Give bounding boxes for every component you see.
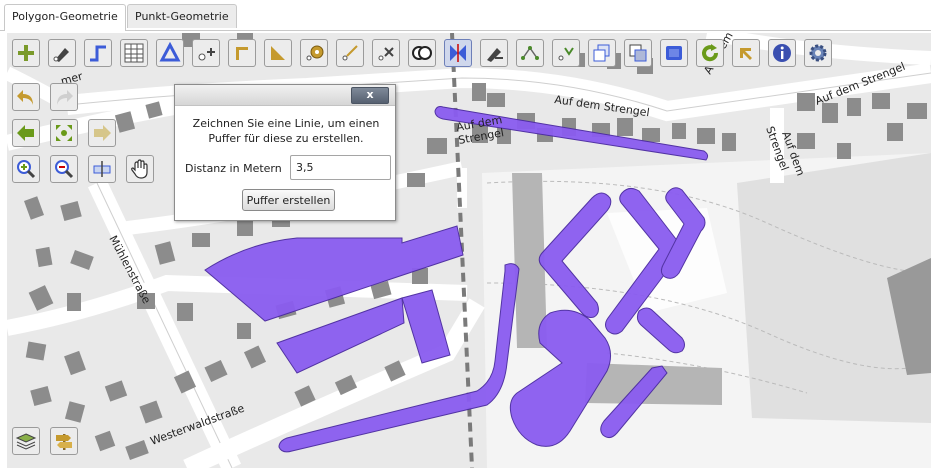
measure-button[interactable] bbox=[88, 155, 116, 183]
previous-extent-button[interactable] bbox=[12, 119, 40, 147]
undo-button[interactable] bbox=[12, 83, 40, 111]
layers-icon bbox=[15, 433, 37, 450]
table-icon bbox=[124, 43, 144, 63]
buffer-point-button[interactable] bbox=[300, 39, 328, 67]
zoom-in-icon bbox=[17, 160, 36, 179]
parallel-icon bbox=[342, 45, 358, 61]
add-point-button[interactable] bbox=[12, 39, 40, 67]
cut-icon bbox=[378, 47, 394, 61]
draw-line-button[interactable] bbox=[84, 39, 112, 67]
delete-part-button[interactable] bbox=[480, 39, 508, 67]
select-rectangle-button[interactable] bbox=[660, 39, 688, 67]
zoom-out-button[interactable] bbox=[50, 155, 78, 183]
signpost-button[interactable] bbox=[50, 427, 78, 455]
tab-bar: Polygon-Geometrie Punkt-Geometrie bbox=[0, 0, 931, 31]
tab-punkt-geometrie[interactable]: Punkt-Geometrie bbox=[127, 4, 237, 28]
refresh-icon bbox=[702, 44, 719, 62]
draw-polygon-button[interactable] bbox=[156, 39, 184, 67]
arrow-left-icon bbox=[17, 125, 34, 141]
merge-icon bbox=[558, 47, 574, 61]
add-point-icon bbox=[18, 45, 34, 61]
next-extent-button[interactable] bbox=[88, 119, 116, 147]
parallel-line-button[interactable] bbox=[336, 39, 364, 67]
zoom-in-button[interactable] bbox=[12, 155, 40, 183]
vertices-icon bbox=[521, 46, 539, 60]
copy-geometry-button[interactable] bbox=[588, 39, 616, 67]
measure-icon bbox=[93, 161, 111, 177]
dialog-message: Zeichnen Sie eine Linie, um einen Puffer… bbox=[192, 117, 380, 145]
attribute-table-button[interactable] bbox=[120, 39, 148, 67]
full-extent-button[interactable] bbox=[50, 119, 78, 147]
line-icon bbox=[90, 45, 106, 62]
tab-polygon-geometrie[interactable]: Polygon-Geometrie bbox=[4, 4, 126, 31]
draw-freehand-button[interactable] bbox=[48, 39, 76, 67]
map-base: Auf dem Strengel Auf dem Strengel Auf de… bbox=[7, 33, 931, 468]
settings-button[interactable] bbox=[804, 39, 832, 67]
hand-icon bbox=[131, 159, 148, 179]
union-button[interactable] bbox=[408, 39, 436, 67]
split-icon bbox=[450, 44, 466, 62]
merge-vertices-button[interactable] bbox=[552, 39, 580, 67]
right-angle-icon bbox=[236, 47, 248, 60]
zoom-out-icon bbox=[55, 160, 74, 179]
right-angle-button[interactable] bbox=[228, 39, 256, 67]
rectangle-icon bbox=[666, 46, 682, 60]
info-button[interactable] bbox=[768, 39, 796, 67]
redo-icon bbox=[57, 90, 73, 105]
pen-icon bbox=[53, 48, 69, 62]
pan-button[interactable] bbox=[126, 155, 154, 183]
distance-label: Distanz in Metern bbox=[185, 162, 282, 175]
polygon-icon bbox=[159, 42, 181, 62]
move-vertex-icon bbox=[198, 48, 215, 61]
undo-icon bbox=[17, 90, 33, 105]
redo-button[interactable] bbox=[50, 83, 78, 111]
triangle-ruler-icon bbox=[271, 46, 285, 60]
edit-vertices-button[interactable] bbox=[516, 39, 544, 67]
distance-input[interactable] bbox=[290, 155, 391, 180]
angle-tool-button[interactable] bbox=[264, 39, 292, 67]
delete-part-icon bbox=[487, 48, 503, 62]
full-extent-icon bbox=[56, 125, 72, 141]
back-arrow-button[interactable] bbox=[732, 39, 760, 67]
buffer-icon bbox=[306, 45, 324, 61]
back-arrow-icon bbox=[740, 48, 752, 60]
union-icon bbox=[412, 46, 432, 60]
refresh-button[interactable] bbox=[696, 39, 724, 67]
overlay-button[interactable] bbox=[624, 39, 652, 67]
dialog-title-bar[interactable]: x bbox=[175, 85, 395, 106]
overlay-icon bbox=[629, 44, 647, 62]
arrow-right-icon bbox=[94, 125, 111, 141]
gear-icon bbox=[809, 44, 827, 62]
split-polygon-button[interactable] bbox=[444, 39, 472, 67]
map-canvas[interactable]: Auf dem Strengel Auf dem Strengel Auf de… bbox=[7, 33, 931, 468]
copy-icon bbox=[593, 44, 610, 62]
move-vertex-button[interactable] bbox=[192, 39, 220, 67]
layers-button[interactable] bbox=[12, 427, 40, 455]
cut-line-button[interactable] bbox=[372, 39, 400, 67]
create-buffer-button[interactable]: Puffer erstellen bbox=[242, 189, 335, 211]
signpost-icon bbox=[56, 434, 72, 450]
info-icon bbox=[773, 44, 791, 62]
dialog-close-button[interactable]: x bbox=[351, 87, 389, 104]
buffer-dialog: x Zeichnen Sie eine Linie, um einen Puff… bbox=[174, 84, 396, 221]
